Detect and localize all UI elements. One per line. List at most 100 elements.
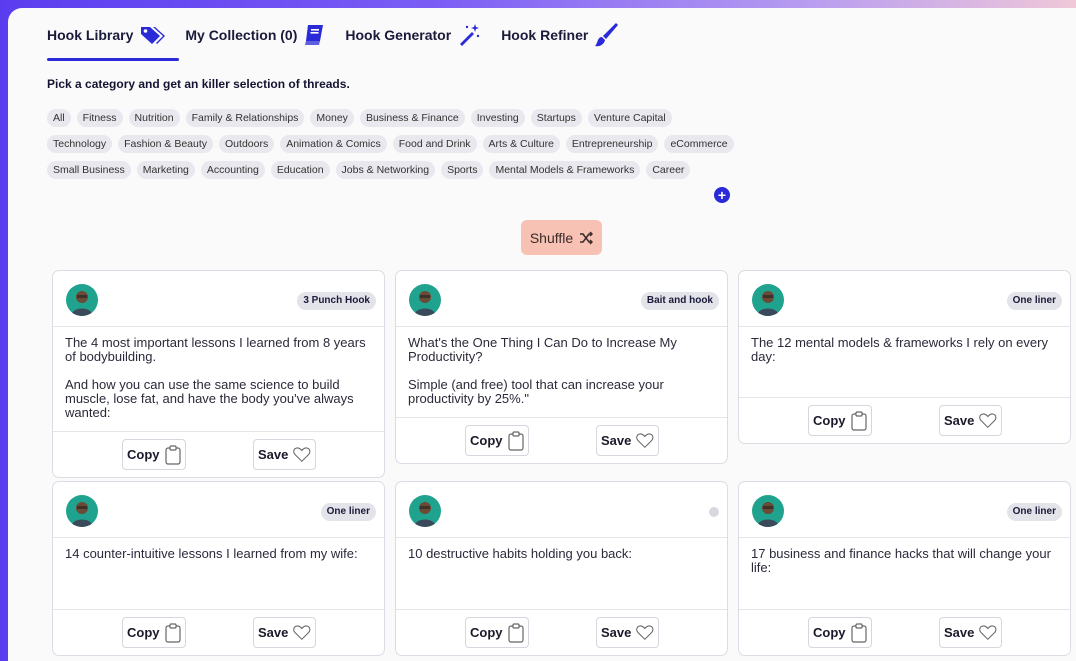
save-button[interactable]: Save (253, 439, 316, 470)
category-chip-money[interactable]: Money (310, 109, 354, 127)
clipboard-icon (850, 622, 867, 643)
category-chip-family[interactable]: Family & Relationships (185, 109, 305, 127)
hook-card: Bait and hook What's the One Thing I Can… (395, 270, 728, 464)
hook-text: The 4 most important lessons I learned f… (65, 335, 366, 364)
card-footer: Copy Save (53, 609, 384, 655)
shuffle-button[interactable]: Shuffle (521, 220, 602, 255)
magic-wand-icon (460, 24, 480, 46)
heart-icon (293, 625, 311, 641)
save-button[interactable]: Save (596, 617, 659, 648)
category-chip-all[interactable]: All (47, 109, 71, 127)
avatar (66, 284, 98, 316)
category-chip-arts[interactable]: Arts & Culture (482, 135, 560, 153)
category-row: Technology Fashion & Beauty Outdoors Ani… (47, 135, 747, 153)
copy-button[interactable]: Copy (465, 425, 529, 456)
copy-button[interactable]: Copy (122, 439, 186, 470)
category-chip-food[interactable]: Food and Drink (392, 135, 477, 153)
copy-button[interactable]: Copy (808, 405, 872, 436)
clipboard-icon (507, 622, 524, 643)
category-chip-jobs[interactable]: Jobs & Networking (335, 161, 436, 179)
category-chip-fitness[interactable]: Fitness (76, 109, 123, 127)
category-chip-technology[interactable]: Technology (47, 135, 113, 153)
category-chip-animation[interactable]: Animation & Comics (280, 135, 387, 153)
hook-text: The 12 mental models & frameworks I rely… (751, 335, 1048, 364)
tab-my-collection[interactable]: My Collection (0) (185, 22, 325, 48)
book-icon (305, 25, 324, 45)
card-text: 10 destructive habits holding you back: (396, 538, 727, 561)
hook-text: And how you can use the same science to … (65, 377, 354, 420)
hook-text: 17 business and finance hacks that will … (751, 546, 1051, 575)
category-chip-sports[interactable]: Sports (441, 161, 484, 179)
heart-icon (293, 447, 311, 463)
tab-hook-refiner[interactable]: Hook Refiner (501, 22, 619, 48)
tab-bar: Hook Library My Collection (0) Hook Gene… (47, 22, 619, 48)
paintbrush-icon (595, 23, 619, 47)
category-chip-accounting[interactable]: Accounting (200, 161, 265, 179)
category-chip-nutrition[interactable]: Nutrition (128, 109, 180, 127)
category-filter: All Fitness Nutrition Family & Relations… (47, 109, 747, 187)
copy-label: Copy (470, 625, 503, 640)
save-button[interactable]: Save (596, 425, 659, 456)
avatar (409, 495, 441, 527)
category-row: Small Business Marketing Accounting Educ… (47, 161, 747, 179)
save-label: Save (258, 447, 289, 462)
hook-type-badge: One liner (1006, 292, 1062, 310)
category-chip-mental-models[interactable]: Mental Models & Frameworks (489, 161, 641, 179)
card-footer: Copy Save (396, 417, 727, 463)
save-button[interactable]: Save (939, 617, 1002, 648)
card-header: 3 Punch Hook (53, 271, 384, 327)
save-button[interactable]: Save (939, 405, 1002, 436)
shuffle-label: Shuffle (529, 229, 574, 246)
save-label: Save (258, 625, 289, 640)
hook-card: One liner 14 counter-intuitive lessons I… (52, 481, 385, 656)
category-chip-fashion[interactable]: Fashion & Beauty (118, 135, 214, 153)
heart-icon (636, 625, 654, 641)
tab-hook-generator[interactable]: Hook Generator (345, 22, 481, 48)
category-chip-small-business[interactable]: Small Business (47, 161, 131, 179)
hook-text: 10 destructive habits holding you back: (408, 546, 633, 561)
category-chip-business-finance[interactable]: Business & Finance (359, 109, 465, 127)
status-dot (709, 507, 719, 517)
card-footer: Copy Save (739, 609, 1070, 655)
category-chip-outdoors[interactable]: Outdoors (219, 135, 275, 153)
hook-type-badge: Bait and hook (640, 292, 719, 310)
copy-button[interactable]: Copy (465, 617, 529, 648)
save-button[interactable]: Save (253, 617, 316, 648)
copy-label: Copy (813, 413, 846, 428)
category-chip-entrepreneurship[interactable]: Entrepreneurship (565, 135, 659, 153)
card-header (396, 482, 727, 538)
card-text: The 4 most important lessons I learned f… (53, 327, 384, 420)
copy-button[interactable]: Copy (808, 617, 872, 648)
category-row: All Fitness Nutrition Family & Relations… (47, 109, 747, 127)
tab-hook-library[interactable]: Hook Library (47, 22, 166, 48)
add-category-button[interactable]: + (714, 187, 730, 203)
active-tab-indicator (47, 58, 179, 61)
tab-label: My Collection (0) (185, 27, 298, 43)
card-header: One liner (53, 482, 384, 538)
card-text: 14 counter-intuitive lessons I learned f… (53, 538, 384, 561)
hook-card: One liner The 12 mental models & framewo… (738, 270, 1071, 444)
category-chip-startups[interactable]: Startups (530, 109, 582, 127)
hook-card: One liner 17 business and finance hacks … (738, 481, 1071, 656)
shuffle-icon (580, 230, 594, 245)
hook-card: 10 destructive habits holding you back: … (395, 481, 728, 656)
tags-icon (141, 27, 166, 44)
category-chip-education[interactable]: Education (270, 161, 330, 179)
hook-card: 3 Punch Hook The 4 most important lesson… (52, 270, 385, 478)
clipboard-icon (164, 622, 181, 643)
hook-type-badge: One liner (1006, 503, 1062, 521)
hook-text: 14 counter-intuitive lessons I learned f… (65, 546, 358, 561)
category-chip-ecommerce[interactable]: eCommerce (664, 135, 734, 153)
copy-button[interactable]: Copy (122, 617, 186, 648)
clipboard-icon (507, 430, 524, 451)
copy-label: Copy (127, 447, 160, 462)
tab-label: Hook Library (47, 27, 134, 43)
category-chip-career[interactable]: Career (646, 161, 691, 179)
category-chip-investing[interactable]: Investing (470, 109, 525, 127)
heart-icon (979, 625, 997, 641)
category-chip-venture-capital[interactable]: Venture Capital (587, 109, 672, 127)
page-subtitle: Pick a category and get an killer select… (47, 77, 350, 91)
hook-type-badge: 3 Punch Hook (297, 292, 376, 310)
card-header: One liner (739, 271, 1070, 327)
category-chip-marketing[interactable]: Marketing (136, 161, 195, 179)
